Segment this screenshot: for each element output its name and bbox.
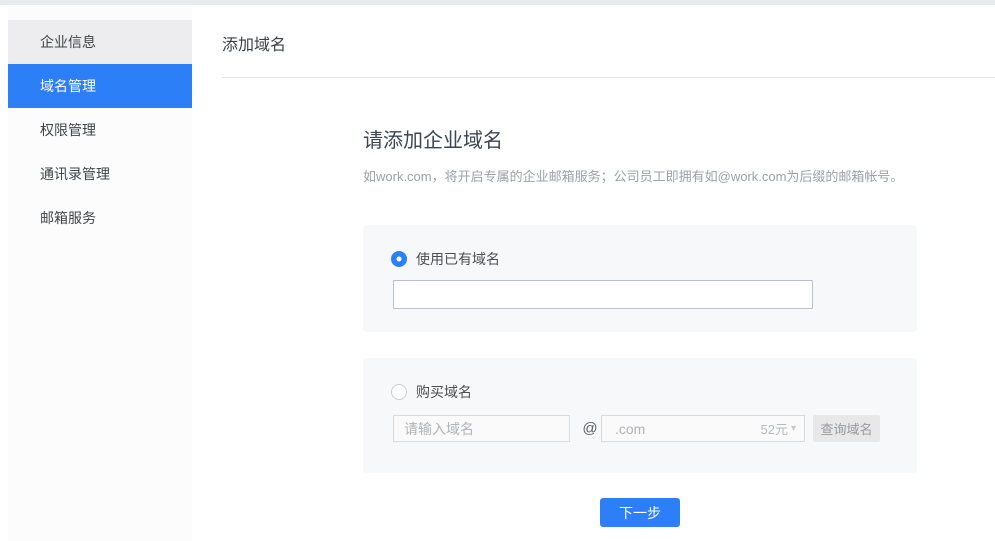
radio-existing-domain-label[interactable]: 使用已有域名: [416, 249, 500, 269]
at-symbol: @: [579, 415, 601, 442]
sidebar-item-permission-management[interactable]: 权限管理: [8, 108, 192, 152]
buy-domain-card: 购买域名 @ .com 52元 ▾ 查询域名: [363, 358, 917, 473]
radio-buy-domain-label[interactable]: 购买域名: [416, 382, 472, 402]
page-title: 添加域名: [222, 31, 286, 55]
caret-down-icon: ▾: [788, 423, 804, 434]
existing-domain-input[interactable]: [393, 280, 813, 309]
section-heading: 请添加企业域名: [363, 124, 503, 153]
sidebar-item-mail-service[interactable]: 邮箱服务: [8, 196, 192, 240]
sidebar: 企业信息 域名管理 权限管理 通讯录管理 邮箱服务: [8, 5, 192, 541]
header-divider: [222, 77, 995, 78]
section-description: 如work.com，将开启专属的企业邮箱服务；公司员工即拥有如@work.com…: [363, 166, 903, 185]
sidebar-item-contacts-management[interactable]: 通讯录管理: [8, 152, 192, 196]
next-step-button[interactable]: 下一步: [600, 498, 680, 527]
existing-domain-card: 使用已有域名: [363, 225, 917, 332]
query-domain-button[interactable]: 查询域名: [813, 415, 880, 442]
sidebar-item-domain-management[interactable]: 域名管理: [8, 64, 192, 108]
tld-select[interactable]: .com 52元 ▾: [601, 415, 805, 442]
tld-selected-value: .com: [602, 421, 761, 437]
radio-existing-domain[interactable]: [391, 251, 407, 267]
buy-domain-input[interactable]: [393, 415, 570, 442]
sidebar-item-company-info[interactable]: 企业信息: [8, 20, 192, 64]
tld-price: 52元: [761, 419, 788, 438]
radio-buy-domain[interactable]: [391, 384, 407, 400]
buy-domain-row: @ .com 52元 ▾ 查询域名: [393, 415, 913, 442]
